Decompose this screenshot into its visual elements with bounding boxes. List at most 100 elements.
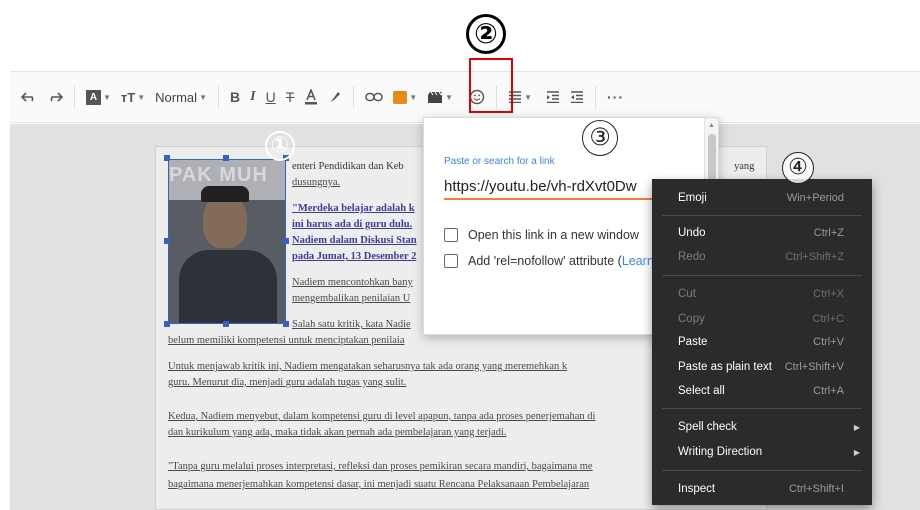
paragraph-4-line-1: Untuk menjawab kritik ini, Nadiem mengat… xyxy=(168,361,568,372)
resize-handle[interactable] xyxy=(164,321,170,327)
outdent-icon xyxy=(571,91,584,103)
new-window-label: Open this link in a new window xyxy=(468,228,639,242)
menu-item-copy[interactable]: Copy Ctrl+C xyxy=(652,309,872,329)
video-icon xyxy=(428,91,443,103)
paragraph-3-line-2: belum memiliki kompetensi untuk mencipta… xyxy=(168,335,405,346)
outdent-button[interactable] xyxy=(565,83,589,111)
menu-separator xyxy=(662,215,862,216)
menu-item-shortcut: Ctrl+Z xyxy=(813,227,844,239)
font-size-icon: тT xyxy=(120,89,136,105)
menu-item-inspect[interactable]: Inspect Ctrl+Shift+I xyxy=(652,479,872,499)
menu-item-shortcut: Ctrl+Shift+I xyxy=(788,483,844,495)
menu-item-shortcut: Ctrl+Shift+V xyxy=(784,361,844,373)
resize-handle[interactable] xyxy=(283,238,289,244)
annotation-marker-2: ② xyxy=(466,14,506,54)
toolbar-divider xyxy=(217,86,219,108)
photo-banner-text: PAK MUH xyxy=(169,164,268,186)
menu-item-label: Copy xyxy=(678,313,705,325)
menu-item-shortcut: Ctrl+C xyxy=(812,313,844,325)
font-size-dropdown[interactable]: тT ▼ xyxy=(116,83,150,111)
nofollow-checkbox[interactable] xyxy=(444,254,458,268)
chevron-down-icon: ▼ xyxy=(137,92,146,102)
annotation-marker-1: ① xyxy=(265,131,295,161)
photo-figure-cap xyxy=(201,186,249,202)
resize-handle[interactable] xyxy=(164,155,170,161)
highlight-button[interactable] xyxy=(323,83,347,111)
quote-line-4: pada Jumat, 13 Desember 2 xyxy=(292,251,417,262)
resize-handle[interactable] xyxy=(223,155,229,161)
new-window-checkbox[interactable] xyxy=(444,228,458,242)
menu-item-label: Cut xyxy=(678,288,696,300)
menu-item-paste[interactable]: Paste Ctrl+V xyxy=(652,332,872,352)
menu-separator xyxy=(662,275,862,276)
resize-handle[interactable] xyxy=(283,321,289,327)
menu-item-label: Inspect xyxy=(678,483,716,495)
submenu-arrow-icon: ▶ xyxy=(853,447,860,457)
menu-item-paste-plain[interactable]: Paste as plain text Ctrl+Shift+V xyxy=(652,357,872,377)
indent-button[interactable] xyxy=(541,83,565,111)
strikethrough-button[interactable]: T xyxy=(281,83,300,111)
more-options-button[interactable]: ··· xyxy=(602,83,629,111)
paragraph-3-line-1: Salah satu kritik, kata Nadie xyxy=(292,319,411,330)
paragraph-2-line-1: Nadiem mencontohkan bany xyxy=(292,277,413,288)
paragraph-1-line-1-end: yang xyxy=(734,161,755,172)
menu-item-label: Select all xyxy=(678,385,725,397)
menu-item-redo[interactable]: Redo Ctrl+Shift+Z xyxy=(652,247,872,267)
photo-figure-head xyxy=(203,194,247,248)
menu-item-shortcut: Ctrl+X xyxy=(813,288,844,300)
indent-icon xyxy=(547,91,560,103)
photo-figure-body xyxy=(179,250,277,323)
text-color-icon xyxy=(305,89,318,105)
paragraph-1-line-1: enteri Pendidikan dan Keb xyxy=(292,161,404,172)
menu-item-writing-direction[interactable]: Writing Direction ▶ xyxy=(652,442,872,462)
menu-item-shortcut: Win+Period xyxy=(786,192,844,204)
image-button[interactable]: ▼ xyxy=(388,83,422,111)
italic-button[interactable]: I xyxy=(245,83,260,111)
screenshot-stage: ② A ▼ тT ▼ Normal ▼ B I U T ▼ ▼ ▼ ··· PA… xyxy=(0,0,920,510)
menu-item-label: Undo xyxy=(678,227,706,239)
scroll-up-icon[interactable]: ▲ xyxy=(705,122,718,129)
toolbar-divider xyxy=(595,86,597,108)
menu-item-shortcut: Ctrl+V xyxy=(813,336,844,348)
learn-more-link[interactable]: Learn xyxy=(622,254,654,268)
quote-line-1: "Merdeka belajar adalah k xyxy=(292,203,415,214)
paragraph-style-dropdown[interactable]: Normal ▼ xyxy=(150,83,212,111)
context-menu: Emoji Win+Period Undo Ctrl+Z Redo Ctrl+S… xyxy=(652,179,872,505)
submenu-arrow-icon: ▶ xyxy=(853,422,860,432)
paragraph-6-line-2: bagaimana menerjemahkan kompetensi dasar… xyxy=(168,479,590,490)
editor-toolbar: A ▼ тT ▼ Normal ▼ B I U T ▼ ▼ ▼ ··· xyxy=(10,71,920,123)
menu-item-emoji[interactable]: Emoji Win+Period xyxy=(652,188,872,208)
paragraph-2-line-2: mengembalikan penilaian U xyxy=(292,293,411,304)
text-style-icon: A xyxy=(86,89,101,105)
menu-item-select-all[interactable]: Select all Ctrl+A xyxy=(652,381,872,401)
chevron-down-icon: ▼ xyxy=(445,92,454,102)
paragraph-1-line-2: dusungnya. xyxy=(292,177,341,188)
paragraph-5-line-2: dan kurikulum yang ada, maka tidak akan … xyxy=(168,427,507,438)
article-photo[interactable]: PAK MUH xyxy=(168,159,286,324)
text-color-button[interactable] xyxy=(299,83,323,111)
marker-icon xyxy=(330,92,341,102)
menu-item-label: Paste xyxy=(678,336,708,348)
menu-item-undo[interactable]: Undo Ctrl+Z xyxy=(652,223,872,243)
menu-item-label: Spell check xyxy=(678,421,737,433)
paragraph-6-line-1: "Tanpa guru melalui proses interpretasi,… xyxy=(168,461,593,472)
bold-button[interactable]: B xyxy=(225,83,245,111)
paragraph-4-line-2: guru. Menurut dia, menjadi guru adalah t… xyxy=(168,377,407,388)
menu-item-label: Writing Direction xyxy=(678,446,763,458)
menu-item-label: Emoji xyxy=(678,192,707,204)
resize-handle[interactable] xyxy=(223,321,229,327)
resize-handle[interactable] xyxy=(164,238,170,244)
underline-button[interactable]: U xyxy=(261,83,281,111)
menu-item-shortcut: Ctrl+A xyxy=(813,385,844,397)
toolbar-divider xyxy=(74,86,75,108)
text-style-dropdown[interactable]: A ▼ xyxy=(81,83,116,111)
menu-item-cut[interactable]: Cut Ctrl+X xyxy=(652,284,872,304)
menu-item-spell-check[interactable]: Spell check ▶ xyxy=(652,417,872,437)
redo-icon[interactable] xyxy=(42,83,68,111)
video-button[interactable]: ▼ xyxy=(422,83,458,111)
new-window-option[interactable]: Open this link in a new window xyxy=(444,228,639,242)
link-button[interactable] xyxy=(360,83,388,111)
undo-icon[interactable] xyxy=(16,83,42,111)
chevron-down-icon: ▼ xyxy=(199,92,207,102)
nofollow-option[interactable]: Add 'rel=nofollow' attribute (Learn xyxy=(444,254,654,268)
